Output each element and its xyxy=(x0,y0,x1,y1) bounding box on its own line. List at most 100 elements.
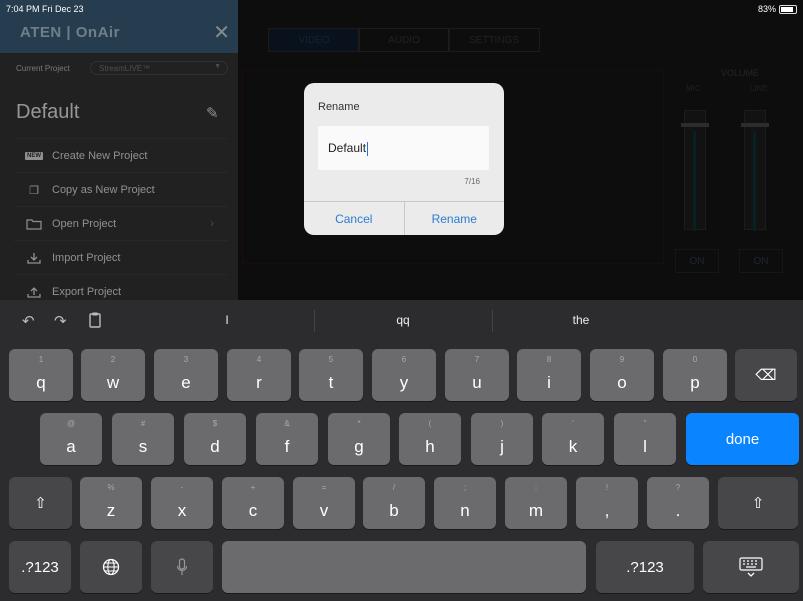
key-label: r xyxy=(256,373,262,392)
suggestion-bar: ↶ ↷ I qq the xyxy=(0,300,803,342)
key-e[interactable]: 3e xyxy=(154,349,218,401)
key-hint: 2 xyxy=(110,355,116,364)
key-label: o xyxy=(617,373,627,392)
key-c[interactable]: + c xyxy=(222,477,284,529)
key-v[interactable]: = v xyxy=(293,477,355,529)
key-label: p xyxy=(690,373,700,392)
cancel-button[interactable]: Cancel xyxy=(304,202,405,235)
numbers-key-left[interactable]: .?123 xyxy=(9,541,71,593)
key-l[interactable]: " l xyxy=(614,413,676,465)
key-y[interactable]: 6y xyxy=(372,349,436,401)
key-r[interactable]: 4r xyxy=(227,349,291,401)
space-bar[interactable] xyxy=(222,541,586,593)
key-label: .?123 xyxy=(21,558,59,576)
keyboard-dismiss-key[interactable] xyxy=(703,541,799,593)
key-hint: 7 xyxy=(474,355,480,364)
key-p[interactable]: 0p xyxy=(663,349,727,401)
key-s[interactable]: # s xyxy=(112,413,174,465)
key-label: h xyxy=(425,437,435,456)
suggestion-2[interactable]: qq xyxy=(333,313,473,327)
key-label: v xyxy=(319,501,329,520)
done-button[interactable]: done xyxy=(686,413,799,465)
key-label: x xyxy=(177,501,187,520)
key-t[interactable]: 5t xyxy=(299,349,363,401)
shift-right-icon: ⇧ xyxy=(751,495,765,512)
key-label: w xyxy=(106,373,120,392)
key-label: u xyxy=(472,373,482,392)
text-cursor xyxy=(367,141,369,156)
microphone-icon xyxy=(151,541,213,593)
key-j[interactable]: ) j xyxy=(471,413,533,465)
key-label: l xyxy=(643,437,647,456)
key-n[interactable]: ; n xyxy=(434,477,496,529)
undo-icon[interactable]: ↶ xyxy=(22,312,35,330)
key-label: f xyxy=(284,437,290,456)
suggestion-3[interactable]: the xyxy=(511,313,651,327)
key-period[interactable]: ?. xyxy=(647,477,709,529)
key-f[interactable]: & f xyxy=(256,413,318,465)
key-i[interactable]: 8i xyxy=(517,349,581,401)
key-g[interactable]: * g xyxy=(328,413,390,465)
key-label: a xyxy=(66,437,76,456)
paste-icon[interactable] xyxy=(88,312,102,332)
key-hint: ! xyxy=(605,483,609,492)
rename-dialog: Rename Default 7/16 Cancel Rename xyxy=(304,83,504,235)
globe-key[interactable] xyxy=(80,541,142,593)
key-label: . xyxy=(675,501,681,520)
key-u[interactable]: 7u xyxy=(445,349,509,401)
key-label: t xyxy=(328,373,334,392)
key-hint: 5 xyxy=(328,355,334,364)
rename-input-value: Default xyxy=(328,141,367,155)
microphone-key[interactable] xyxy=(151,541,213,593)
key-w[interactable]: 2w xyxy=(81,349,145,401)
redo-icon[interactable]: ↷ xyxy=(54,312,67,330)
key-label: j xyxy=(500,437,504,456)
key-hint: / xyxy=(392,483,396,492)
rename-input[interactable]: Default xyxy=(318,126,489,170)
shift-icon: ⇧ xyxy=(34,495,47,512)
key-h[interactable]: (h xyxy=(399,413,461,465)
key-label: c xyxy=(248,501,258,520)
key-comma[interactable]: !, xyxy=(576,477,638,529)
key-hint: 4 xyxy=(256,355,262,364)
key-label: .?123 xyxy=(626,558,664,576)
key-hint: 1 xyxy=(38,355,44,364)
backspace-icon: ⌫ xyxy=(755,367,777,384)
key-label: , xyxy=(604,501,610,520)
key-hint: ? xyxy=(675,483,681,492)
status-bar: 7:04 PM Fri Dec 23 83% xyxy=(0,0,803,20)
key-hint: * xyxy=(357,419,361,428)
key-hint: 3 xyxy=(183,355,189,364)
key-label: n xyxy=(460,501,470,520)
key-hint: ' xyxy=(572,419,574,428)
keyboard-dismiss-icon xyxy=(703,541,799,593)
shift-right-key[interactable]: ⇧ xyxy=(718,477,798,529)
key-q[interactable]: 1q xyxy=(9,349,73,401)
rename-button[interactable]: Rename xyxy=(405,202,505,235)
suggestion-1[interactable]: I xyxy=(157,313,297,327)
key-hint: ; xyxy=(463,483,467,492)
key-label: m xyxy=(528,501,544,520)
key-hint: : xyxy=(534,483,538,492)
key-hint: + xyxy=(250,483,256,492)
shift-key[interactable]: ⇧ xyxy=(9,477,72,529)
numbers-key-right[interactable]: .?123 xyxy=(596,541,694,593)
key-k[interactable]: ' k xyxy=(542,413,604,465)
key-d[interactable]: $ d xyxy=(184,413,246,465)
key-a[interactable]: @ a xyxy=(40,413,102,465)
key-hint: 6 xyxy=(401,355,407,364)
key-b[interactable]: / b xyxy=(363,477,425,529)
key-hint: $ xyxy=(212,419,218,428)
key-hint: & xyxy=(284,419,290,428)
key-x[interactable]: -x xyxy=(151,477,213,529)
key-label: k xyxy=(568,437,578,456)
battery-icon xyxy=(779,4,797,14)
key-o[interactable]: 9o xyxy=(590,349,654,401)
space-bar-icon xyxy=(222,541,586,593)
key-z[interactable]: % z xyxy=(80,477,142,529)
key-m[interactable]: :m xyxy=(505,477,567,529)
key-hint: " xyxy=(643,419,647,428)
key-label: z xyxy=(106,501,116,520)
backspace-key[interactable]: ⌫ xyxy=(735,349,797,401)
key-hint: = xyxy=(321,483,327,492)
